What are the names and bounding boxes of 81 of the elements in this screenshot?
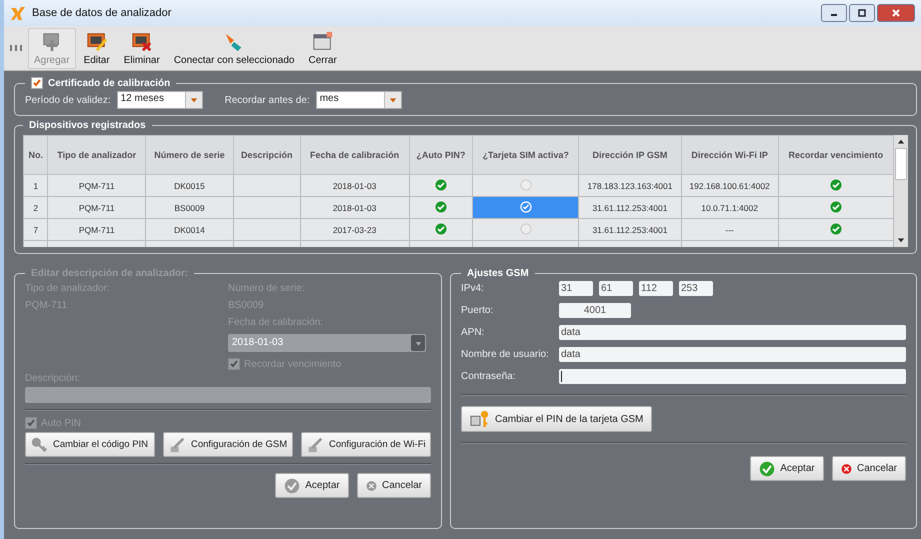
column-header[interactable]: Recordar vencimiento (778, 136, 894, 174)
field-label: Contraseña: (461, 371, 516, 382)
table-cell: 2 (24, 196, 48, 218)
column-header[interactable]: ¿Auto PIN? (409, 136, 473, 174)
column-header[interactable]: Número de serie (145, 136, 234, 174)
table-cell: DK0014 (145, 218, 234, 240)
close-icon (891, 8, 901, 18)
input-field[interactable]: data (559, 325, 906, 340)
toolbar-grip-icon (10, 42, 22, 54)
scroll-up-icon[interactable] (897, 138, 905, 146)
column-header[interactable]: Dirección IP GSM (578, 136, 682, 174)
monitor-cross-icon (130, 30, 153, 52)
close-button[interactable] (877, 4, 915, 22)
port-field[interactable]: 4001 (559, 303, 631, 318)
dropdown-arrow-icon (388, 96, 397, 104)
ip-octet-field[interactable]: 112 (639, 281, 673, 296)
group-title: Dispositivos registrados (29, 120, 146, 131)
table-cell: 10.0.71.1:4002 (681, 196, 778, 218)
field-label: APN: (461, 327, 486, 338)
scroll-down-icon[interactable] (897, 236, 905, 244)
column-header[interactable]: Fecha de calibración (300, 136, 410, 174)
table-cell: PQM-711 (48, 174, 146, 196)
input-field[interactable] (559, 369, 906, 384)
window-title: Base de datos de analizador (32, 7, 172, 19)
table-cell: 7 (24, 218, 48, 240)
dropdown-arrow-icon (414, 340, 422, 346)
wrench-icon (168, 436, 186, 454)
cancel-button[interactable]: Cancelar (832, 456, 906, 481)
column-header[interactable]: Descripción (234, 136, 300, 174)
group-title: Certificado de calibración (48, 78, 170, 88)
field-label: Recordar antes de: (224, 94, 310, 106)
field-label: Puerto: (461, 305, 494, 316)
table-cell: PQM-711 (48, 196, 146, 218)
ip-octet-field[interactable]: 253 (679, 281, 713, 296)
maximize-icon (857, 8, 867, 18)
sim-key-icon (470, 409, 490, 429)
table-cell: 31.61.112.253:4001 (578, 196, 682, 218)
table-cell: DK0015 (145, 174, 234, 196)
field-label: IPv4: (461, 283, 485, 294)
window-close-icon (312, 30, 334, 52)
column-header[interactable]: No. (24, 136, 48, 174)
table-cell: BS0009 (145, 196, 234, 218)
table-cell: 31.61.112.253:4001 (578, 218, 682, 240)
delete-tool-button[interactable]: Eliminar (118, 28, 166, 68)
field-label: Período de validez: (25, 94, 111, 106)
table-cell: 1 (24, 174, 48, 196)
dropdown-arrow-icon (190, 96, 198, 104)
table-cell: 2018-01-03 (300, 174, 410, 196)
input-field[interactable]: data (559, 347, 906, 362)
connect-tool-button[interactable]: Conectar con seleccionado (168, 28, 300, 68)
ip-octet-field[interactable]: 61 (599, 281, 633, 296)
accept-button[interactable]: Aceptar (750, 456, 824, 481)
validity-dropdown[interactable]: 12 meses (116, 91, 203, 109)
group-title: Ajustes GSM (467, 268, 529, 279)
key-icon (30, 436, 48, 454)
app-logo-icon (10, 5, 26, 21)
column-header[interactable]: Tipo de analizador (48, 136, 146, 174)
change-sim-pin-button[interactable]: Cambiar el PIN de la tarjeta GSM (461, 406, 652, 432)
table-cell: 178.183.123.163:4001 (578, 174, 682, 196)
selected-cell[interactable] (472, 196, 579, 218)
table-cell: --- (681, 218, 778, 240)
table-cell: PQM-711 (48, 218, 146, 240)
check-icon (284, 478, 300, 494)
table-cell: 2018-01-03 (300, 196, 410, 218)
monitor-pencil-icon (86, 30, 108, 52)
edit-tool-button[interactable]: Editar (78, 28, 116, 68)
column-header[interactable]: Dirección Wi-Fi IP (681, 136, 778, 174)
wrench-icon (306, 436, 324, 454)
table-cell[interactable] (472, 218, 579, 240)
ip-octet-field[interactable]: 31 (559, 281, 593, 296)
table-cell: 192.168.100.61:4002 (681, 174, 778, 196)
certificate-checkbox[interactable] (31, 77, 43, 89)
column-header[interactable]: ¿Tarjeta SIM activa? (472, 136, 579, 174)
minimize-button[interactable] (821, 4, 847, 22)
field-label: Nombre de usuario: (461, 349, 550, 360)
maximize-button[interactable] (849, 4, 875, 22)
scrollbar[interactable] (894, 135, 908, 247)
table-cell: 2017-03-23 (300, 218, 410, 240)
remind-dropdown[interactable]: mes (316, 91, 402, 109)
check-icon (759, 460, 776, 476)
close-tool-button[interactable]: Cerrar (302, 28, 343, 68)
